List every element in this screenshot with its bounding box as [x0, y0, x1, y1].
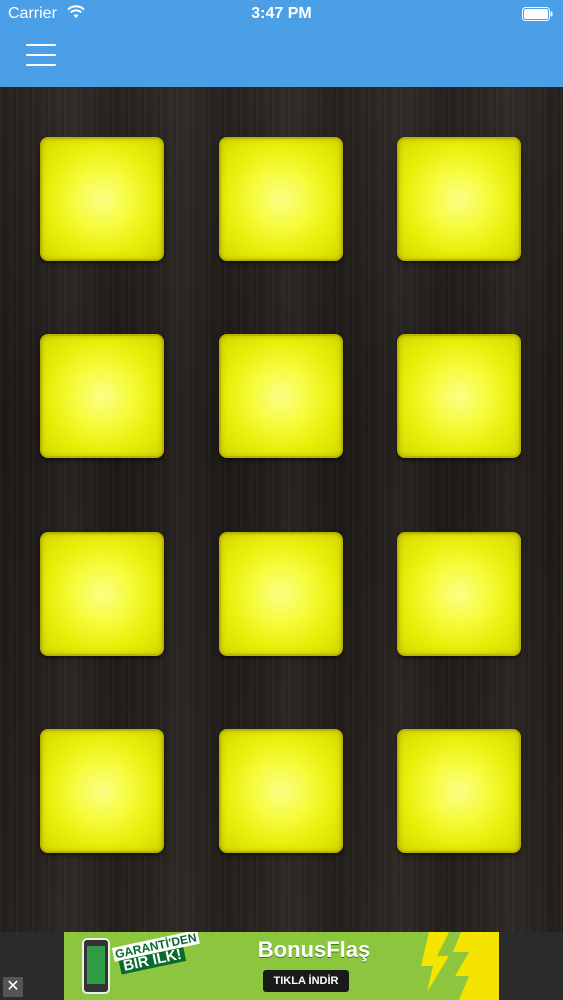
- ad-cta-button[interactable]: TIKLA İNDİR: [263, 970, 349, 992]
- pad-9[interactable]: [397, 532, 521, 656]
- pad-1[interactable]: [40, 137, 164, 261]
- top-bar: Carrier 3:47 PM: [0, 0, 563, 87]
- ad-tagline: GARANTİ'DEN BİR İLK!: [111, 932, 200, 976]
- pad-10[interactable]: [40, 729, 164, 853]
- pad-7[interactable]: [40, 532, 164, 656]
- pad-3[interactable]: [397, 137, 521, 261]
- lightning-bolt-icon: [421, 932, 499, 1000]
- hamburger-menu-icon[interactable]: [26, 44, 58, 68]
- ad-title: BonusFlaş: [257, 937, 371, 962]
- pad-5[interactable]: [219, 334, 343, 458]
- ad-banner[interactable]: GARANTİ'DEN BİR İLK! BonusFlaş TIKLA İND…: [64, 932, 499, 1000]
- pad-8[interactable]: [219, 532, 343, 656]
- pad-4[interactable]: [40, 334, 164, 458]
- pad-11[interactable]: [219, 729, 343, 853]
- pad-2[interactable]: [219, 137, 343, 261]
- status-bar: Carrier 3:47 PM: [0, 0, 563, 28]
- pad-6[interactable]: [397, 334, 521, 458]
- pad-12[interactable]: [397, 729, 521, 853]
- phone-icon: [82, 938, 110, 994]
- battery-icon: [522, 7, 553, 21]
- ad-close-button[interactable]: ✕: [3, 977, 23, 997]
- ad-bar: ✕ GARANTİ'DEN BİR İLK! BonusFlaş TIKLA İ…: [0, 932, 563, 1000]
- status-time: 3:47 PM: [251, 5, 312, 22]
- pad-board: [0, 87, 563, 932]
